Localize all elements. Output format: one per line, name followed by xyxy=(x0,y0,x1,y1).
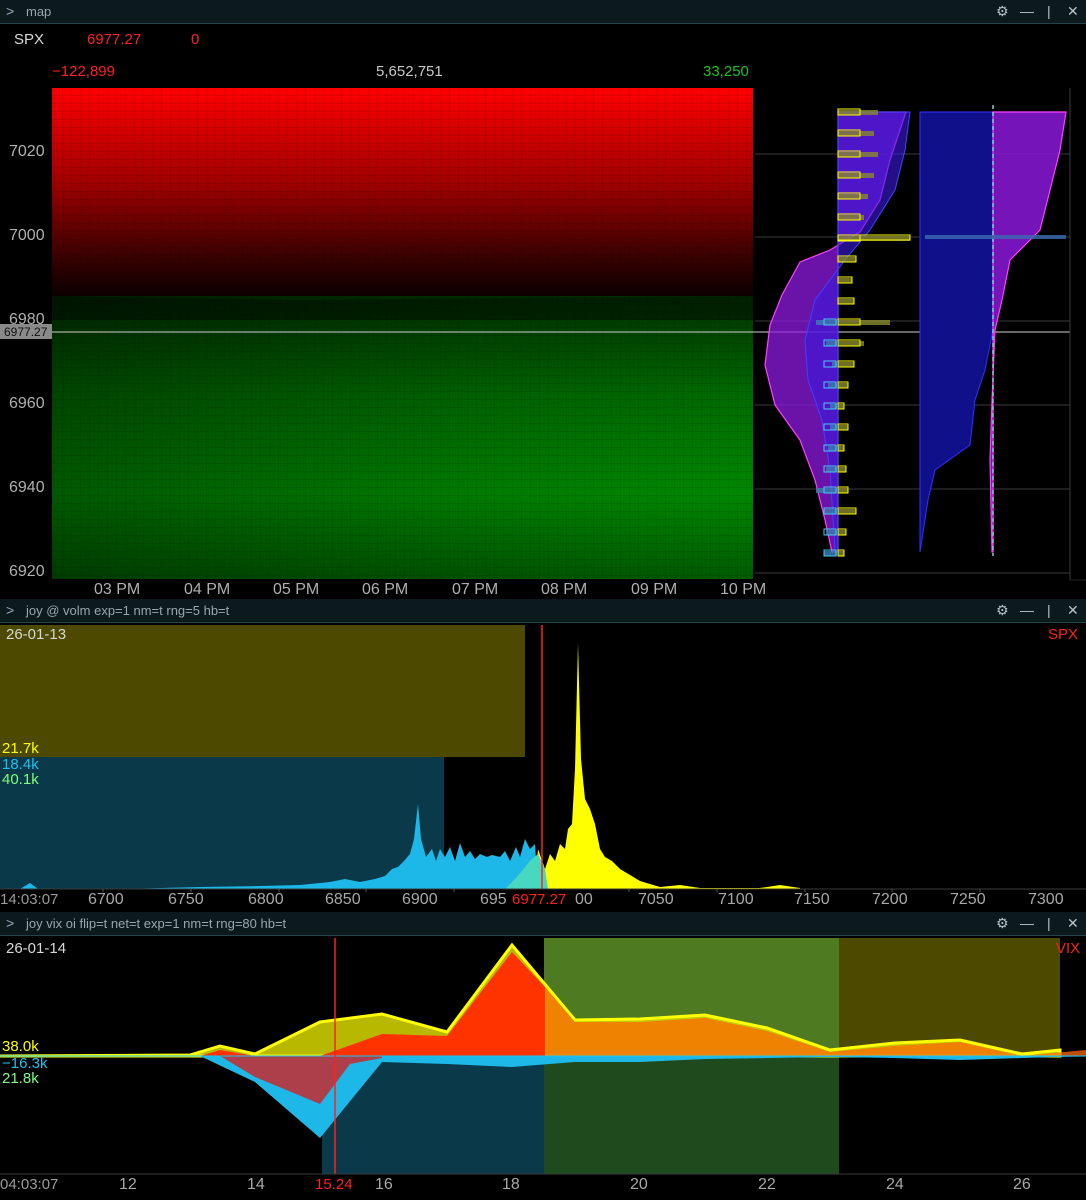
call-strike-bar xyxy=(838,467,846,472)
volume-chart[interactable] xyxy=(0,599,1086,912)
x-tick-label: 05 PM xyxy=(273,581,320,598)
volm-panel: > joy @ volm exp=1 nm=t rng=5 hb=t ⚙ — |… xyxy=(0,599,1086,912)
x-tick-label: 7150 xyxy=(794,891,830,908)
map-panel: > map ⚙ — | ✕ SPX 6977.27 0 −122,899 5,6… xyxy=(0,0,1086,600)
call-strike-bar xyxy=(838,404,844,409)
put-strike-bar xyxy=(830,404,838,409)
call-strike-bar xyxy=(838,551,844,556)
x-tick-label: 7300 xyxy=(1028,891,1064,908)
date-label: 26-01-13 xyxy=(6,626,67,643)
green-range-block-lower xyxy=(544,1056,839,1174)
call-strike-bar xyxy=(838,488,848,493)
x-tick-label: 7050 xyxy=(638,891,674,908)
price-label: 15.24 xyxy=(315,1176,353,1193)
call-strike-bar xyxy=(838,383,848,388)
x-tick-label: 18 xyxy=(502,1176,520,1193)
call-strike-bar xyxy=(838,509,856,514)
right-profile-blue xyxy=(919,111,994,553)
y-tick-label: 7000 xyxy=(9,227,45,244)
x-tick-label: 6850 xyxy=(325,891,361,908)
y-tick-label: 6940 xyxy=(9,479,45,496)
x-tick-label: 22 xyxy=(758,1176,776,1193)
x-tick-label: 04 PM xyxy=(184,581,231,598)
x-tick-label: 00 xyxy=(575,891,593,908)
x-tick-label: 7250 xyxy=(950,891,986,908)
put-strike-bar xyxy=(816,320,838,325)
y-tick-label: 6920 xyxy=(9,563,45,580)
x-tick-label: 20 xyxy=(630,1176,648,1193)
y-tick-label: 7020 xyxy=(9,143,45,160)
x-tick-label: 08 PM xyxy=(541,581,588,598)
put-strike-bar xyxy=(816,488,838,493)
call-strike-bar xyxy=(838,194,868,199)
symbol-label: VIX xyxy=(1056,940,1081,957)
x-tick-label: 07 PM xyxy=(452,581,499,598)
call-strike-bar xyxy=(838,110,878,115)
x-tick-label: 6900 xyxy=(402,891,438,908)
x-tick-label: 10 PM xyxy=(720,581,767,598)
yellow-total-block xyxy=(0,625,525,757)
green-stat: 21.8k xyxy=(2,1070,39,1087)
x-tick-label: 695 xyxy=(480,891,507,908)
x-tick-label: 7100 xyxy=(718,891,754,908)
call-strike-bar xyxy=(838,299,854,304)
put-strike-bar xyxy=(832,362,838,367)
symbol-label: SPX xyxy=(1048,626,1079,643)
time-label: 14:03:07 xyxy=(0,891,59,908)
yellow-range-block xyxy=(839,938,1060,1056)
x-tick-label: 24 xyxy=(886,1176,904,1193)
x-tick-label: 26 xyxy=(1013,1176,1031,1193)
green-stat: 40.1k xyxy=(2,771,39,788)
x-tick-label: 06 PM xyxy=(362,581,409,598)
x-tick-label: 09 PM xyxy=(631,581,678,598)
x-tick-label: 6800 xyxy=(248,891,284,908)
put-strike-bar xyxy=(830,425,838,430)
time-label: 04:03:07 xyxy=(0,1176,59,1193)
heatmap-chart[interactable]: 6977.27 xyxy=(0,0,1086,600)
x-tick-label: 7200 xyxy=(872,891,908,908)
date-label: 26-01-14 xyxy=(6,940,67,957)
x-tick-label: 16 xyxy=(375,1176,393,1193)
strike-7000-bar xyxy=(925,235,1066,239)
call-strike-bar xyxy=(838,131,874,136)
yellow-volume-area xyxy=(535,643,800,889)
x-tick-label: 12 xyxy=(119,1176,137,1193)
y-tick-label: 6960 xyxy=(9,395,45,412)
call-strike-bar xyxy=(838,320,890,325)
call-strike-bar xyxy=(838,152,878,157)
call-strike-bar xyxy=(838,362,854,367)
call-strike-bar xyxy=(838,257,856,262)
call-strike-bar xyxy=(838,425,848,430)
vix-panel: > joy vix oi flip=t net=t exp=1 nm=t rng… xyxy=(0,912,1086,1200)
x-tick-label: 6700 xyxy=(88,891,124,908)
x-tick-label: 14 xyxy=(247,1176,265,1193)
call-strike-bar xyxy=(838,446,844,451)
call-strike-bar xyxy=(838,173,874,178)
cyan-total-block xyxy=(0,757,444,889)
vix-oi-chart[interactable] xyxy=(0,912,1086,1200)
y-tick-label: 6980 xyxy=(9,311,45,328)
yellow-stat: 38.0k xyxy=(2,1038,39,1055)
price-label: 6977.27 xyxy=(512,891,567,908)
yellow-stat: 21.7k xyxy=(2,740,39,757)
call-strike-bar xyxy=(838,278,852,283)
x-tick-label: 6750 xyxy=(168,891,204,908)
x-tick-label: 03 PM xyxy=(94,581,141,598)
call-strike-bar xyxy=(838,530,846,535)
